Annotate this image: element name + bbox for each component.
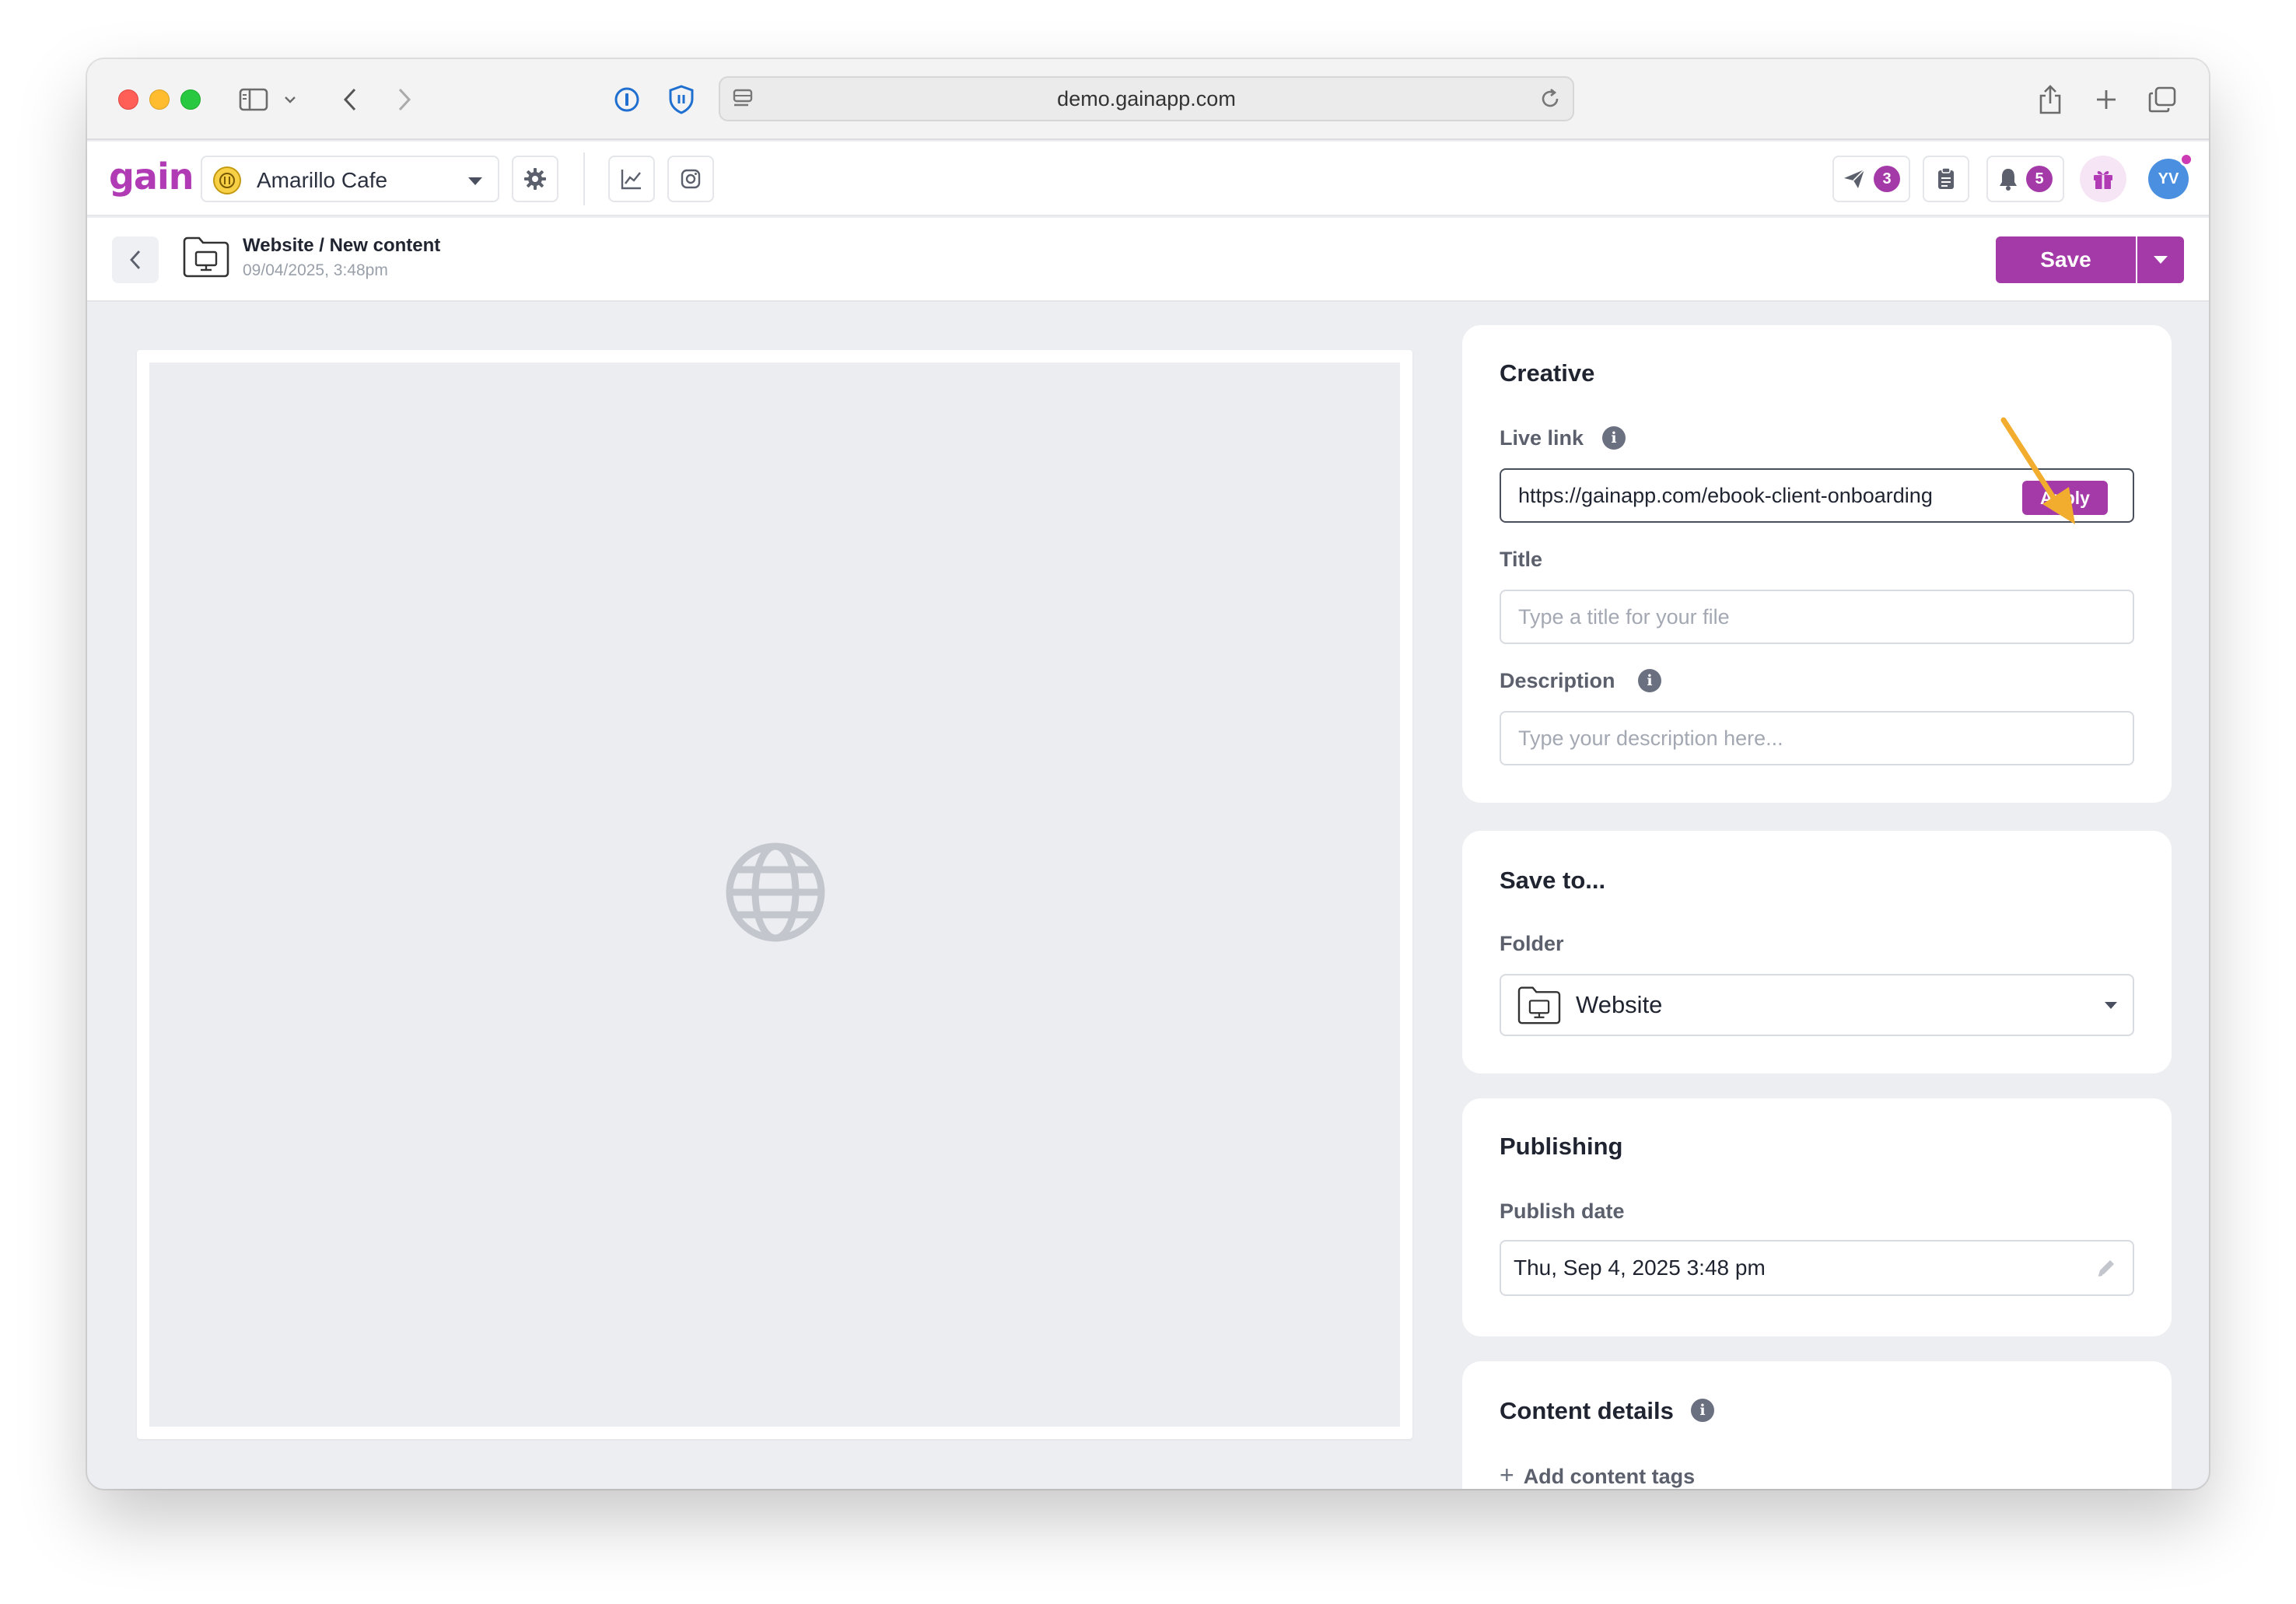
publish-date-field[interactable]: Thu, Sep 4, 2025 3:48 pm bbox=[1500, 1240, 2134, 1296]
title-label: Title bbox=[1500, 548, 1543, 571]
brand-selector[interactable]: Amarillo Cafe bbox=[201, 156, 499, 202]
info-icon[interactable]: i bbox=[1638, 669, 1661, 692]
notifications-count-badge: 5 bbox=[2026, 166, 2053, 192]
plus-icon: + bbox=[1500, 1461, 1514, 1489]
shield-icon[interactable] bbox=[664, 82, 698, 117]
website-folder-icon bbox=[1515, 985, 1563, 1029]
globe-icon bbox=[726, 842, 825, 942]
save-options-button[interactable] bbox=[2137, 236, 2184, 283]
breadcrumb: Website / New content bbox=[243, 235, 441, 256]
description-label: Description bbox=[1500, 669, 1615, 692]
analytics-button[interactable] bbox=[608, 156, 655, 202]
info-icon[interactable]: i bbox=[1602, 426, 1626, 450]
toolbar-divider bbox=[583, 152, 585, 205]
user-status-dot bbox=[2179, 152, 2193, 166]
save-to-panel: Save to... Folder Website bbox=[1462, 831, 2172, 1073]
minimize-window-button[interactable] bbox=[149, 89, 170, 110]
url-text: demo.gainapp.com bbox=[1057, 86, 1236, 110]
chart-line-icon bbox=[621, 170, 641, 190]
publish-date-value: Thu, Sep 4, 2025 3:48 pm bbox=[1514, 1256, 1766, 1280]
sidebar-toggle-icon[interactable] bbox=[236, 82, 271, 117]
brand-name: Amarillo Cafe bbox=[257, 168, 388, 192]
caret-down-icon bbox=[468, 177, 482, 185]
back-button[interactable] bbox=[112, 236, 159, 283]
notifications-button[interactable]: 5 bbox=[1986, 156, 2064, 202]
content-details-panel: Content details i + Add content tags bbox=[1462, 1361, 2172, 1489]
content-timestamp: 09/04/2025, 3:48pm bbox=[243, 261, 388, 279]
brand-avatar bbox=[213, 166, 241, 194]
gift-button[interactable] bbox=[2080, 156, 2126, 202]
publishing-panel: Publishing Publish date Thu, Sep 4, 2025… bbox=[1462, 1098, 2172, 1336]
tasks-button[interactable] bbox=[1923, 156, 1969, 202]
creative-title: Creative bbox=[1500, 359, 1595, 387]
address-bar[interactable]: demo.gainapp.com bbox=[719, 76, 1574, 121]
content-preview bbox=[137, 350, 1412, 1439]
preview-placeholder bbox=[149, 362, 1400, 1427]
add-content-tags-button[interactable]: + Add content tags bbox=[1500, 1461, 1695, 1489]
instagram-icon bbox=[681, 169, 701, 189]
save-button[interactable]: Save bbox=[1996, 236, 2136, 283]
content-header: Website / New content 09/04/2025, 3:48pm… bbox=[87, 218, 2209, 302]
gift-icon bbox=[2094, 170, 2112, 189]
annotation-arrow-icon bbox=[2000, 417, 2075, 524]
approvals-count-badge: 3 bbox=[1874, 166, 1900, 192]
browser-window: demo.gainapp.com gain Amarillo Cafe 3 5 … bbox=[87, 59, 2209, 1489]
description-input[interactable] bbox=[1500, 711, 2134, 765]
caret-down-icon bbox=[2105, 1002, 2117, 1009]
add-content-tags-label: Add content tags bbox=[1523, 1465, 1696, 1488]
folder-select[interactable]: Website bbox=[1500, 974, 2134, 1036]
tab-overview-icon[interactable] bbox=[2145, 82, 2179, 117]
folder-label: Folder bbox=[1500, 932, 1564, 955]
back-nav-icon[interactable] bbox=[333, 82, 367, 117]
website-folder-icon bbox=[182, 235, 230, 278]
share-icon[interactable] bbox=[2033, 82, 2067, 117]
approvals-button[interactable]: 3 bbox=[1832, 156, 1910, 202]
live-link-label: Live link bbox=[1500, 426, 1584, 450]
save-to-title: Save to... bbox=[1500, 867, 1606, 894]
forward-nav-icon[interactable] bbox=[387, 82, 422, 117]
cafe-logo-icon bbox=[219, 173, 235, 188]
caret-down-icon bbox=[2154, 256, 2168, 264]
publish-date-label: Publish date bbox=[1500, 1199, 1625, 1223]
clipboard-icon bbox=[1938, 167, 1954, 189]
publishing-title: Publishing bbox=[1500, 1133, 1623, 1160]
brand-settings-button[interactable] bbox=[512, 156, 558, 202]
gain-logo[interactable]: gain bbox=[109, 156, 194, 198]
folder-value: Website bbox=[1576, 991, 1663, 1018]
browser-toolbar: demo.gainapp.com bbox=[87, 59, 2209, 140]
paper-plane-icon bbox=[1844, 169, 1865, 188]
close-window-button[interactable] bbox=[118, 89, 138, 110]
reload-icon[interactable] bbox=[1538, 87, 1562, 114]
content-details-title: Content details bbox=[1500, 1397, 1674, 1424]
gear-icon bbox=[524, 168, 546, 190]
chevron-down-icon[interactable] bbox=[280, 82, 300, 117]
password-manager-icon[interactable] bbox=[610, 82, 644, 117]
zoom-window-button[interactable] bbox=[180, 89, 201, 110]
chevron-left-icon bbox=[130, 250, 141, 269]
info-icon[interactable]: i bbox=[1691, 1399, 1714, 1422]
new-tab-icon[interactable] bbox=[2089, 82, 2123, 117]
creative-panel: Creative Live link i Apply Title Descrip… bbox=[1462, 325, 2172, 803]
bell-icon bbox=[2000, 169, 2017, 191]
pencil-icon[interactable] bbox=[2095, 1257, 2117, 1283]
instagram-button[interactable] bbox=[667, 156, 714, 202]
app-header: gain Amarillo Cafe 3 5 YV bbox=[87, 142, 2209, 216]
title-input[interactable] bbox=[1500, 590, 2134, 644]
